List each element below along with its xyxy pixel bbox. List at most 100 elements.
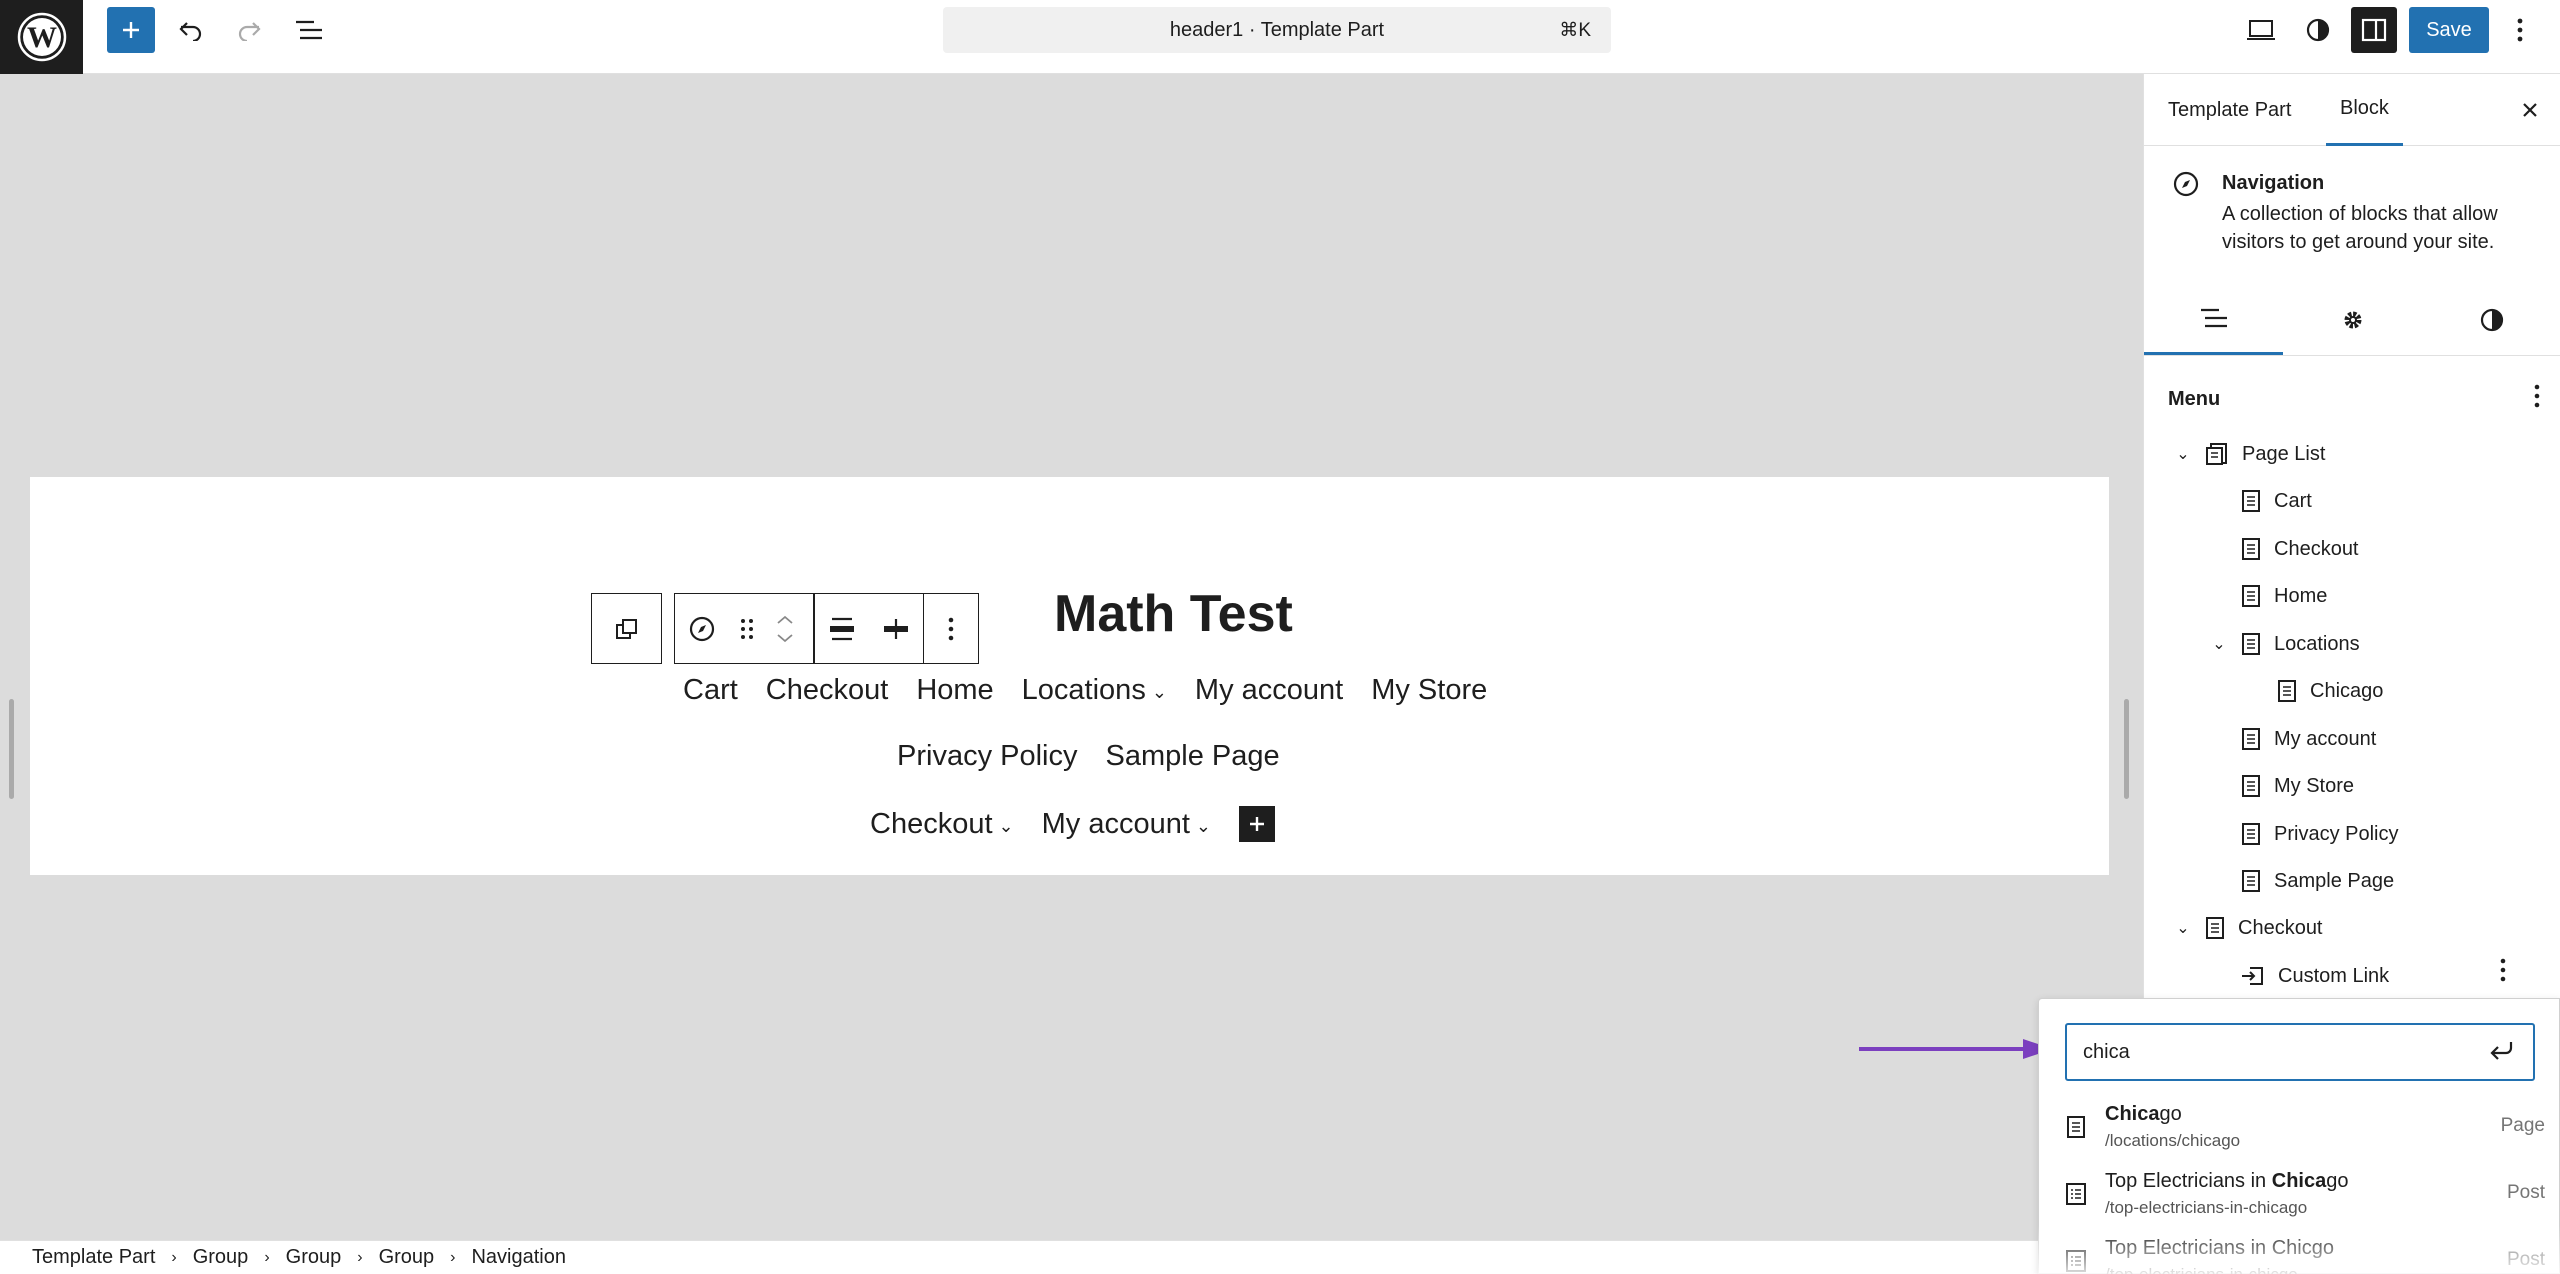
breadcrumb-item-current[interactable]: Navigation: [471, 1246, 566, 1269]
menu-heading: Menu: [2168, 388, 2221, 410]
block-mover[interactable]: [765, 595, 805, 663]
page-icon: [2240, 537, 2262, 561]
tree-item[interactable]: Cart: [2230, 484, 2312, 518]
sidebar-tabs: Template Part Block: [2144, 74, 2560, 146]
nav-item[interactable]: Home: [916, 674, 993, 707]
navigation-row-3: Checkout ⌄ My account ⌄: [870, 806, 1275, 842]
breadcrumb-item[interactable]: Group: [379, 1246, 435, 1269]
submit-enter-icon[interactable]: [2487, 1038, 2517, 1070]
page-icon: [2240, 822, 2262, 846]
settings-gear-icon[interactable]: [2283, 284, 2422, 355]
suggestion-type: Post: [2506, 1249, 2545, 1270]
drag-handle-icon[interactable]: [729, 595, 765, 663]
document-title: header1 · Template Part: [1169, 18, 1385, 41]
resize-handle-left[interactable]: [9, 699, 14, 799]
vertical-align-icon[interactable]: [869, 595, 923, 663]
link-suggestion[interactable]: Top Electricians in Chicago /top-electri…: [2065, 1168, 2560, 1228]
svg-text:W: W: [27, 21, 57, 54]
device-preview-icon[interactable]: [2237, 7, 2285, 53]
suggestion-type: Post: [2506, 1182, 2545, 1203]
tree-item[interactable]: My account: [2230, 722, 2376, 756]
tree-item[interactable]: Privacy Policy: [2230, 817, 2398, 851]
tree-item[interactable]: Checkout: [2230, 532, 2359, 566]
breadcrumb-item[interactable]: Template Part: [32, 1246, 155, 1269]
parent-selector-button[interactable]: [591, 593, 662, 664]
block-card: Navigation A collection of blocks that a…: [2144, 146, 2560, 253]
page-icon: [2240, 869, 2262, 893]
tree-item[interactable]: Chicago: [2266, 674, 2383, 708]
suggestion-title: Top Electricians in Chicago: [2105, 1170, 2349, 1192]
add-nav-item-button[interactable]: [1239, 806, 1275, 842]
page-icon: [2240, 584, 2262, 608]
annotation-arrow-icon: [1859, 1039, 2053, 1059]
transform-block-icon: [615, 618, 637, 639]
tree-item[interactable]: My Store: [2230, 769, 2354, 803]
suggestion-url: /locations/chicago: [2105, 1131, 2241, 1150]
suggestion-url: /top-electricians-in-chicgo: [2105, 1265, 2298, 1274]
breadcrumb-item[interactable]: Group: [286, 1246, 342, 1269]
navigation-icon: [2172, 170, 2200, 203]
tree-item-options-icon[interactable]: [2500, 958, 2532, 989]
tab-template-part[interactable]: Template Part: [2168, 74, 2291, 146]
tree-item[interactable]: Sample Page: [2230, 864, 2394, 898]
block-name: Navigation: [2222, 172, 2325, 194]
chevron-down-icon: ⌄: [998, 815, 1014, 836]
nav-item[interactable]: My Store: [1371, 674, 1487, 707]
list-view-icon[interactable]: [285, 7, 333, 53]
wordpress-logo-icon[interactable]: W: [0, 0, 83, 74]
editor-header: W header1 · Template Part ⌘K Save: [0, 0, 2560, 74]
inspector-tabs: [2144, 284, 2560, 356]
styles-contrast-icon[interactable]: [2422, 284, 2560, 355]
redo-icon[interactable]: [225, 7, 273, 53]
tree-item-locations[interactable]: ⌄ Locations: [2208, 627, 2360, 661]
command-palette-bar[interactable]: header1 · Template Part ⌘K: [943, 7, 1611, 53]
move-down-icon: [777, 633, 793, 642]
nav-item[interactable]: My account: [1195, 674, 1343, 707]
list-view-tab-icon[interactable]: [2144, 284, 2283, 355]
tree-item-checkout-submenu[interactable]: ⌄ Checkout: [2172, 911, 2323, 945]
menu-options-icon[interactable]: [2534, 384, 2540, 415]
chevron-down-icon[interactable]: ⌄: [2208, 634, 2230, 654]
nav-item-submenu[interactable]: Checkout ⌄: [870, 808, 1014, 841]
styles-contrast-icon[interactable]: [2294, 7, 2342, 53]
block-toolbar-main: [674, 593, 979, 664]
page-icon: [2240, 489, 2262, 513]
chevron-down-icon: ⌄: [1195, 815, 1211, 836]
chevron-down-icon: ⌄: [1151, 682, 1167, 702]
site-title[interactable]: Math Test: [1054, 584, 1293, 644]
tree-item-page-list[interactable]: ⌄ Page List: [2172, 437, 2325, 471]
chevron-down-icon[interactable]: ⌄: [2172, 918, 2194, 938]
more-options-icon[interactable]: [2500, 7, 2540, 53]
add-block-button[interactable]: [107, 7, 155, 53]
link-suggestion[interactable]: Top Electricians in Chicgo /top-electric…: [2065, 1235, 2560, 1274]
chevron-right-icon: ›: [357, 1248, 363, 1266]
link-control-popover: chica Chicago /locations/chicago Page To…: [2038, 998, 2560, 1274]
chevron-down-icon[interactable]: ⌄: [2172, 444, 2194, 464]
resize-handle-right[interactable]: [2124, 699, 2129, 799]
undo-icon[interactable]: [167, 7, 215, 53]
nav-item[interactable]: Privacy Policy: [897, 740, 1078, 773]
tab-block[interactable]: Block: [2326, 74, 2403, 146]
navigation-row-1: Cart Checkout Home Locations ⌄ My account…: [683, 674, 1515, 707]
settings-sidebar-icon[interactable]: [2351, 7, 2397, 53]
nav-item-submenu[interactable]: My account ⌄: [1042, 808, 1211, 841]
nav-item[interactable]: Checkout: [766, 674, 889, 707]
tree-item-custom-link[interactable]: Custom Link: [2230, 959, 2389, 993]
save-button[interactable]: Save: [2409, 7, 2489, 53]
link-search-input[interactable]: chica: [2065, 1023, 2535, 1081]
page-icon: [2276, 679, 2298, 703]
justify-icon[interactable]: [815, 595, 869, 663]
close-icon[interactable]: [2520, 96, 2540, 127]
chevron-right-icon: ›: [171, 1248, 177, 1266]
link-suggestion[interactable]: Chicago /locations/chicago Page: [2065, 1101, 2560, 1161]
navigation-block-icon[interactable]: [675, 595, 729, 663]
tree-item[interactable]: Home: [2230, 579, 2327, 613]
block-options-icon[interactable]: [924, 595, 978, 663]
post-icon: [2065, 1249, 2087, 1274]
breadcrumb-item[interactable]: Group: [193, 1246, 249, 1269]
nav-item-submenu[interactable]: Locations ⌄: [1022, 674, 1167, 707]
nav-item[interactable]: Cart: [683, 674, 738, 707]
nav-item[interactable]: Sample Page: [1106, 740, 1280, 773]
page-icon: [2240, 774, 2262, 798]
chevron-right-icon: ›: [264, 1248, 270, 1266]
